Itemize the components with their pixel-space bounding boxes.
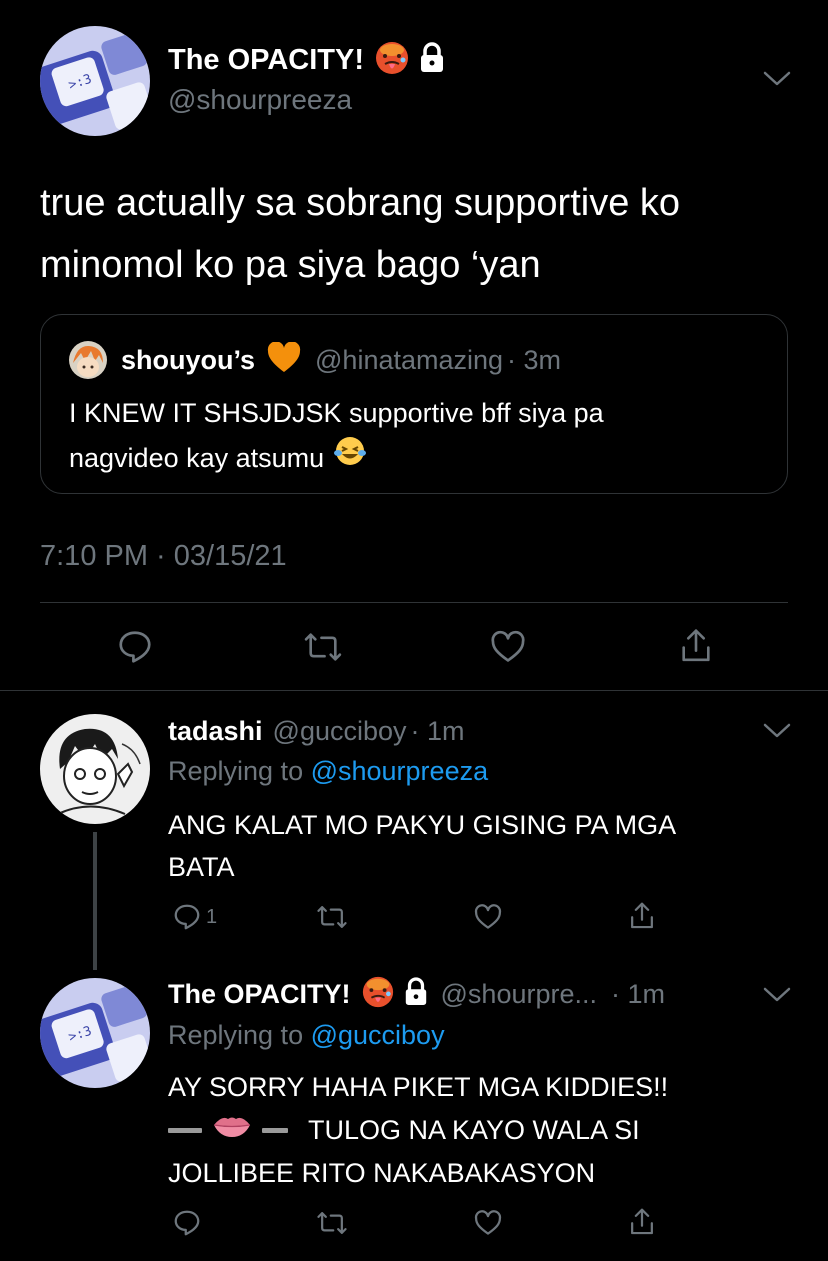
like-icon[interactable] <box>489 628 527 666</box>
lock-icon <box>403 976 429 1012</box>
reply-text: AY SORRY HAHA PIKET MGA KIDDIES!! TULOG … <box>168 1066 668 1195</box>
orange-heart-emoji <box>267 340 301 379</box>
replying-to-link[interactable]: @gucciboy <box>311 1020 445 1051</box>
hot-face-emoji <box>374 40 410 81</box>
reply-text-line: BATA <box>168 852 235 882</box>
replying-to-link[interactable]: @shourpreeza <box>311 756 489 787</box>
reply-text-line: ANG KALAT MO PAKYU GISING PA MGA <box>168 810 677 840</box>
reply-text-line: TULOG NA KAYO WALA SI <box>308 1115 640 1145</box>
reply-text-line: AY SORRY HAHA PIKET MGA KIDDIES!! <box>168 1072 669 1102</box>
quoted-handle[interactable]: @hinatamazing <box>315 345 503 376</box>
reply-time: · 1m <box>611 978 665 1009</box>
reply-icon <box>174 904 200 930</box>
chevron-down-icon[interactable] <box>762 720 792 740</box>
handle[interactable]: @shourpreeza <box>168 84 352 116</box>
hot-face-emoji <box>361 975 395 1014</box>
quoted-tweet[interactable]: shouyou’s @hinatamazing · 3m I KNEW IT S… <box>40 314 788 494</box>
display-name[interactable]: The OPACITY! <box>168 44 364 77</box>
tweet-text-line: true actually sa sobrang supportive ko <box>40 182 681 224</box>
replying-to-label: Replying to <box>168 755 311 786</box>
reply-display-name[interactable]: tadashi <box>168 716 263 747</box>
tweet-text-line: minomol ko pa siya bago ‘yan <box>40 244 541 286</box>
like-icon[interactable] <box>473 1208 503 1238</box>
quoted-text-line: I KNEW IT SHSJDJSK supportive bff siya p… <box>69 398 604 428</box>
replying-to-label: Replying to <box>168 1019 311 1050</box>
dash-separator <box>168 1128 202 1133</box>
reply-handle[interactable]: @gucciboy <box>273 716 407 747</box>
profile-avatar[interactable]: >:3 <box>40 26 150 136</box>
reply-text: ANG KALAT MO PAKYU GISING PA MGA BATA <box>168 804 676 888</box>
reply-avatar[interactable] <box>40 714 150 824</box>
reply-avatar[interactable]: >:3 <box>40 978 150 1088</box>
reply-icon[interactable] <box>116 628 154 666</box>
like-icon[interactable] <box>473 902 503 932</box>
laughing-tears-emoji <box>334 435 367 480</box>
reply-display-name[interactable]: The OPACITY! <box>168 979 351 1010</box>
section-divider <box>0 690 828 691</box>
reply-text-line: JOLLIBEE RITO NAKABAKASYON <box>168 1158 596 1188</box>
share-icon[interactable] <box>627 900 657 932</box>
reply-button[interactable]: 1 <box>172 902 217 932</box>
quoted-time: · 3m <box>507 344 562 375</box>
quoted-avatar[interactable] <box>69 341 107 379</box>
lips-emoji <box>212 1109 252 1152</box>
dash-separator <box>262 1128 288 1133</box>
chevron-down-icon[interactable] <box>762 984 792 1004</box>
lock-icon <box>418 41 446 79</box>
thread-line <box>93 832 97 970</box>
retweet-icon[interactable] <box>316 902 348 932</box>
quoted-text: I KNEW IT SHSJDJSK supportive bff siya p… <box>69 391 604 480</box>
share-icon[interactable] <box>627 1206 657 1238</box>
chevron-down-icon[interactable] <box>762 68 792 88</box>
reply-icon[interactable] <box>172 1208 202 1238</box>
reply-count: 1 <box>206 905 218 928</box>
share-icon[interactable] <box>677 626 715 666</box>
retweet-icon[interactable] <box>316 1208 348 1238</box>
retweet-icon[interactable] <box>303 628 343 666</box>
tweet-timestamp: 7:10 PM · 03/15/21 <box>40 540 287 572</box>
reply-handle[interactable]: @shourpre... <box>441 979 597 1010</box>
quoted-display-name[interactable]: shouyou’s <box>121 345 255 376</box>
quoted-text-line: nagvideo kay atsumu <box>69 442 325 473</box>
divider <box>40 602 788 603</box>
reply-time: · 1m <box>410 715 465 746</box>
tweet-text: true actually sa sobrang supportive ko m… <box>40 172 680 296</box>
